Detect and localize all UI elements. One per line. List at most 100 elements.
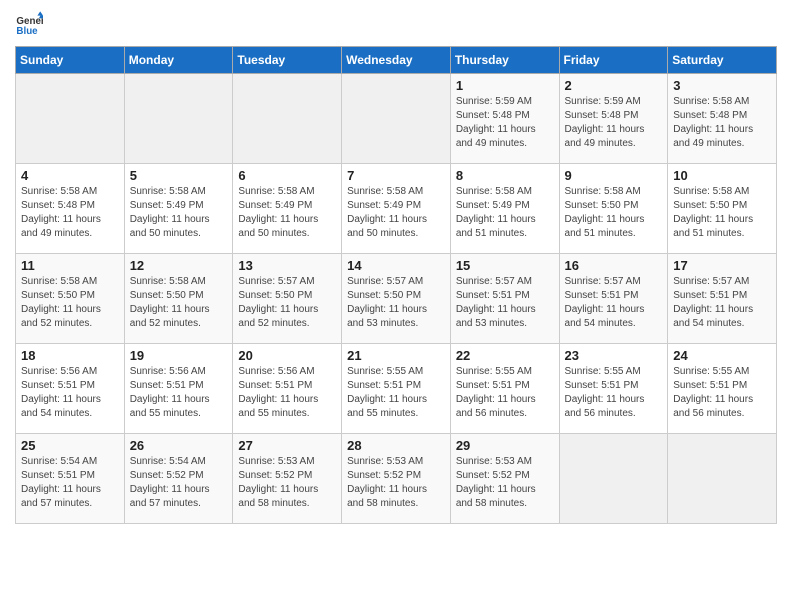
day-number: 14	[347, 258, 445, 273]
day-cell: 25 Sunrise: 5:54 AM Sunset: 5:51 PM Dayli…	[16, 434, 125, 524]
header-cell-tuesday: Tuesday	[233, 47, 342, 74]
day-info: Sunrise: 5:58 AM Sunset: 5:48 PM Dayligh…	[21, 185, 119, 241]
day-cell: 6 Sunrise: 5:58 AM Sunset: 5:49 PM Daylig…	[233, 164, 342, 254]
svg-text:Blue: Blue	[16, 26, 38, 37]
day-info: Sunrise: 5:57 AM Sunset: 5:50 PM Dayligh…	[238, 275, 336, 331]
day-cell	[16, 74, 125, 164]
day-number: 6	[238, 168, 336, 183]
day-info: Sunrise: 5:55 AM Sunset: 5:51 PM Dayligh…	[673, 365, 771, 421]
day-info: Sunrise: 5:57 AM Sunset: 5:51 PM Dayligh…	[456, 275, 554, 331]
day-info: Sunrise: 5:58 AM Sunset: 5:49 PM Dayligh…	[238, 185, 336, 241]
day-number: 3	[673, 78, 771, 93]
day-cell: 11 Sunrise: 5:58 AM Sunset: 5:50 PM Dayli…	[16, 254, 125, 344]
calendar-table: SundayMondayTuesdayWednesdayThursdayFrid…	[15, 46, 777, 524]
day-cell: 17 Sunrise: 5:57 AM Sunset: 5:51 PM Dayli…	[668, 254, 777, 344]
day-cell: 7Sunrise: 5:58 AM Sunset: 5:49 PM Daylig…	[342, 164, 451, 254]
day-info: Sunrise: 5:58 AM Sunset: 5:50 PM Dayligh…	[673, 185, 771, 241]
day-cell: 15 Sunrise: 5:57 AM Sunset: 5:51 PM Dayli…	[450, 254, 559, 344]
day-info: Sunrise: 5:57 AM Sunset: 5:51 PM Dayligh…	[565, 275, 663, 331]
day-cell	[668, 434, 777, 524]
header-cell-saturday: Saturday	[668, 47, 777, 74]
day-cell: 23 Sunrise: 5:55 AM Sunset: 5:51 PM Dayli…	[559, 344, 668, 434]
day-cell: 4 Sunrise: 5:58 AM Sunset: 5:48 PM Daylig…	[16, 164, 125, 254]
day-cell: 13 Sunrise: 5:57 AM Sunset: 5:50 PM Dayli…	[233, 254, 342, 344]
day-cell: 2 Sunrise: 5:59 AM Sunset: 5:48 PM Daylig…	[559, 74, 668, 164]
day-number: 2	[565, 78, 663, 93]
day-number: 18	[21, 348, 119, 363]
day-cell	[342, 74, 451, 164]
day-number: 8	[456, 168, 554, 183]
day-cell	[559, 434, 668, 524]
day-info: Sunrise: 5:55 AM Sunset: 5:51 PM Dayligh…	[347, 365, 445, 421]
day-info: Sunrise: 5:54 AM Sunset: 5:51 PM Dayligh…	[21, 455, 119, 511]
day-info: Sunrise: 5:58 AM Sunset: 5:49 PM Dayligh…	[130, 185, 228, 241]
day-info: Sunrise: 5:57 AM Sunset: 5:50 PM Dayligh…	[347, 275, 445, 331]
day-info: Sunrise: 5:58 AM Sunset: 5:50 PM Dayligh…	[565, 185, 663, 241]
day-cell: 20 Sunrise: 5:56 AM Sunset: 5:51 PM Dayli…	[233, 344, 342, 434]
day-info: Sunrise: 5:58 AM Sunset: 5:50 PM Dayligh…	[130, 275, 228, 331]
day-number: 26	[130, 438, 228, 453]
day-info: Sunrise: 5:58 AM Sunset: 5:49 PM Dayligh…	[456, 185, 554, 241]
day-number: 23	[565, 348, 663, 363]
day-number: 28	[347, 438, 445, 453]
day-number: 21	[347, 348, 445, 363]
day-info: Sunrise: 5:53 AM Sunset: 5:52 PM Dayligh…	[347, 455, 445, 511]
day-info: Sunrise: 5:53 AM Sunset: 5:52 PM Dayligh…	[456, 455, 554, 511]
day-info: Sunrise: 5:53 AM Sunset: 5:52 PM Dayligh…	[238, 455, 336, 511]
day-info: Sunrise: 5:55 AM Sunset: 5:51 PM Dayligh…	[456, 365, 554, 421]
day-number: 9	[565, 168, 663, 183]
day-cell: 5Sunrise: 5:58 AM Sunset: 5:49 PM Daylig…	[124, 164, 233, 254]
logo-icon: General Blue	[15, 10, 43, 38]
day-cell: 10 Sunrise: 5:58 AM Sunset: 5:50 PM Dayli…	[668, 164, 777, 254]
day-number: 15	[456, 258, 554, 273]
day-info: Sunrise: 5:56 AM Sunset: 5:51 PM Dayligh…	[21, 365, 119, 421]
day-cell: 28 Sunrise: 5:53 AM Sunset: 5:52 PM Dayli…	[342, 434, 451, 524]
week-row-4: 25 Sunrise: 5:54 AM Sunset: 5:51 PM Dayli…	[16, 434, 777, 524]
day-cell: 29 Sunrise: 5:53 AM Sunset: 5:52 PM Dayli…	[450, 434, 559, 524]
day-info: Sunrise: 5:58 AM Sunset: 5:50 PM Dayligh…	[21, 275, 119, 331]
day-cell: 19 Sunrise: 5:56 AM Sunset: 5:51 PM Dayli…	[124, 344, 233, 434]
week-row-3: 18 Sunrise: 5:56 AM Sunset: 5:51 PM Dayli…	[16, 344, 777, 434]
day-number: 1	[456, 78, 554, 93]
day-cell: 24Sunrise: 5:55 AM Sunset: 5:51 PM Dayli…	[668, 344, 777, 434]
header-row: SundayMondayTuesdayWednesdayThursdayFrid…	[16, 47, 777, 74]
day-cell: 3Sunrise: 5:58 AM Sunset: 5:48 PM Daylig…	[668, 74, 777, 164]
day-info: Sunrise: 5:56 AM Sunset: 5:51 PM Dayligh…	[130, 365, 228, 421]
header-cell-sunday: Sunday	[16, 47, 125, 74]
day-cell	[124, 74, 233, 164]
week-row-0: 1 Sunrise: 5:59 AM Sunset: 5:48 PM Daylig…	[16, 74, 777, 164]
day-number: 11	[21, 258, 119, 273]
day-info: Sunrise: 5:57 AM Sunset: 5:51 PM Dayligh…	[673, 275, 771, 331]
day-cell: 16 Sunrise: 5:57 AM Sunset: 5:51 PM Dayli…	[559, 254, 668, 344]
day-info: Sunrise: 5:59 AM Sunset: 5:48 PM Dayligh…	[565, 95, 663, 151]
day-number: 4	[21, 168, 119, 183]
day-number: 16	[565, 258, 663, 273]
day-cell: 8 Sunrise: 5:58 AM Sunset: 5:49 PM Daylig…	[450, 164, 559, 254]
day-cell: 14 Sunrise: 5:57 AM Sunset: 5:50 PM Dayli…	[342, 254, 451, 344]
day-cell: 27 Sunrise: 5:53 AM Sunset: 5:52 PM Dayli…	[233, 434, 342, 524]
day-cell: 12 Sunrise: 5:58 AM Sunset: 5:50 PM Dayli…	[124, 254, 233, 344]
week-row-2: 11 Sunrise: 5:58 AM Sunset: 5:50 PM Dayli…	[16, 254, 777, 344]
day-number: 20	[238, 348, 336, 363]
day-number: 29	[456, 438, 554, 453]
day-number: 27	[238, 438, 336, 453]
day-info: Sunrise: 5:55 AM Sunset: 5:51 PM Dayligh…	[565, 365, 663, 421]
header-cell-monday: Monday	[124, 47, 233, 74]
day-number: 10	[673, 168, 771, 183]
day-number: 25	[21, 438, 119, 453]
day-info: Sunrise: 5:56 AM Sunset: 5:51 PM Dayligh…	[238, 365, 336, 421]
day-number: 13	[238, 258, 336, 273]
day-cell: 26 Sunrise: 5:54 AM Sunset: 5:52 PM Dayli…	[124, 434, 233, 524]
day-cell: 22Sunrise: 5:55 AM Sunset: 5:51 PM Dayli…	[450, 344, 559, 434]
week-row-1: 4 Sunrise: 5:58 AM Sunset: 5:48 PM Daylig…	[16, 164, 777, 254]
logo: General Blue	[15, 10, 47, 38]
day-cell: 1 Sunrise: 5:59 AM Sunset: 5:48 PM Daylig…	[450, 74, 559, 164]
day-number: 17	[673, 258, 771, 273]
header-cell-friday: Friday	[559, 47, 668, 74]
day-cell: 18 Sunrise: 5:56 AM Sunset: 5:51 PM Dayli…	[16, 344, 125, 434]
day-number: 19	[130, 348, 228, 363]
day-number: 12	[130, 258, 228, 273]
day-info: Sunrise: 5:54 AM Sunset: 5:52 PM Dayligh…	[130, 455, 228, 511]
day-info: Sunrise: 5:59 AM Sunset: 5:48 PM Dayligh…	[456, 95, 554, 151]
header-cell-wednesday: Wednesday	[342, 47, 451, 74]
